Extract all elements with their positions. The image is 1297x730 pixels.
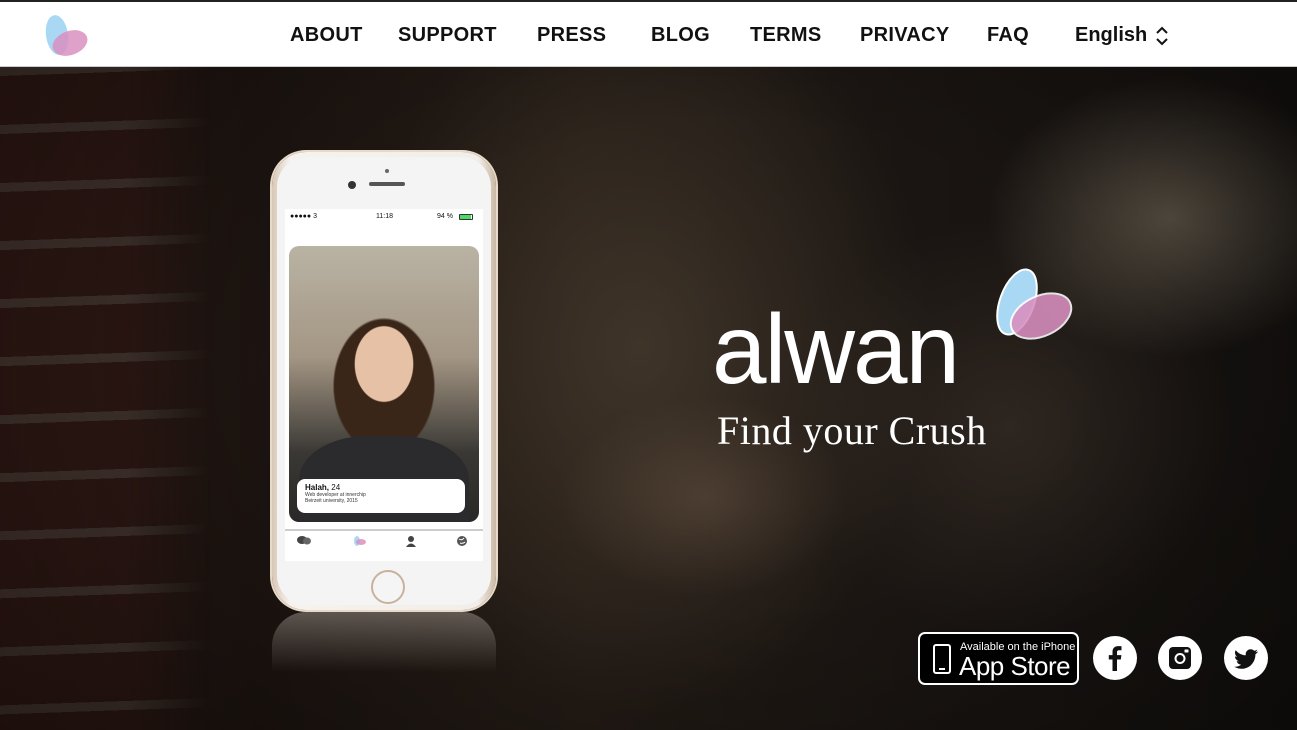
tagline: Find your Crush xyxy=(717,408,987,453)
profile-name-line: Halah, 24 xyxy=(305,483,457,492)
chat-bubbles-icon[interactable] xyxy=(297,535,311,547)
language-selector[interactable]: English xyxy=(1075,24,1169,47)
instagram-link[interactable] xyxy=(1158,636,1202,680)
facebook-icon xyxy=(1108,646,1122,671)
phone-sensor xyxy=(385,169,389,173)
heart-logo-tab-icon[interactable] xyxy=(352,535,366,547)
profile-age: 24 xyxy=(331,483,341,492)
nav-press[interactable]: PRESS xyxy=(537,24,606,47)
phone-screen: ●●●●● 3 11:18 94 % Halah, 24 Web develop… xyxy=(285,209,483,561)
twitter-icon xyxy=(1234,649,1258,669)
profile-education: Beirzeit university, 2015 xyxy=(305,498,358,504)
status-battery-text: 94 % xyxy=(437,213,453,220)
phone-body: ●●●●● 3 11:18 94 % Halah, 24 Web develop… xyxy=(277,157,491,605)
app-store-button[interactable]: Available on the iPhone App Store xyxy=(918,632,1079,685)
phone-reflection xyxy=(272,612,496,672)
globe-icon[interactable] xyxy=(455,535,469,547)
profile-icon[interactable] xyxy=(404,535,418,547)
profile-card[interactable]: Halah, 24 Web developer at innerchip Bei… xyxy=(297,479,465,513)
app-store-title: App Store xyxy=(959,651,1071,681)
status-time: 11:18 xyxy=(376,213,393,220)
chevron-up-down-icon xyxy=(1156,26,1168,45)
language-label: English xyxy=(1075,24,1148,46)
nav-support[interactable]: SUPPORT xyxy=(398,24,497,47)
nav-about[interactable]: ABOUT xyxy=(290,24,363,47)
instagram-icon xyxy=(1169,647,1191,669)
profile-name: Halah, xyxy=(305,483,330,492)
hero-background xyxy=(0,67,1297,730)
profile-photo[interactable]: Halah, 24 Web developer at innerchip Bei… xyxy=(289,246,479,522)
nav-blog[interactable]: BLOG xyxy=(651,24,710,47)
phone-mockup: ●●●●● 3 11:18 94 % Halah, 24 Web develop… xyxy=(272,152,496,610)
hero-vignette xyxy=(0,67,1297,730)
phone-speaker xyxy=(369,182,405,186)
battery-fill xyxy=(460,215,472,219)
top-nav-bar: ABOUT SUPPORT PRESS BLOG TERMS PRIVACY F… xyxy=(0,0,1297,67)
iphone-icon xyxy=(933,644,951,674)
phone-status-bar: ●●●●● 3 11:18 94 % xyxy=(285,209,483,225)
status-carrier: ●●●●● 3 xyxy=(290,213,317,220)
facebook-link[interactable] xyxy=(1093,636,1137,680)
nav-privacy[interactable]: PRIVACY xyxy=(860,24,950,47)
nav-faq[interactable]: FAQ xyxy=(987,24,1029,47)
phone-tab-bar xyxy=(285,529,483,561)
phone-camera xyxy=(348,181,356,189)
phone-home-button xyxy=(371,570,405,604)
battery-icon xyxy=(459,214,473,220)
twitter-link[interactable] xyxy=(1224,636,1268,680)
alwan-heart-logo-icon xyxy=(996,268,1073,340)
nav-terms[interactable]: TERMS xyxy=(750,24,822,47)
brand-name: alwan xyxy=(712,294,960,404)
